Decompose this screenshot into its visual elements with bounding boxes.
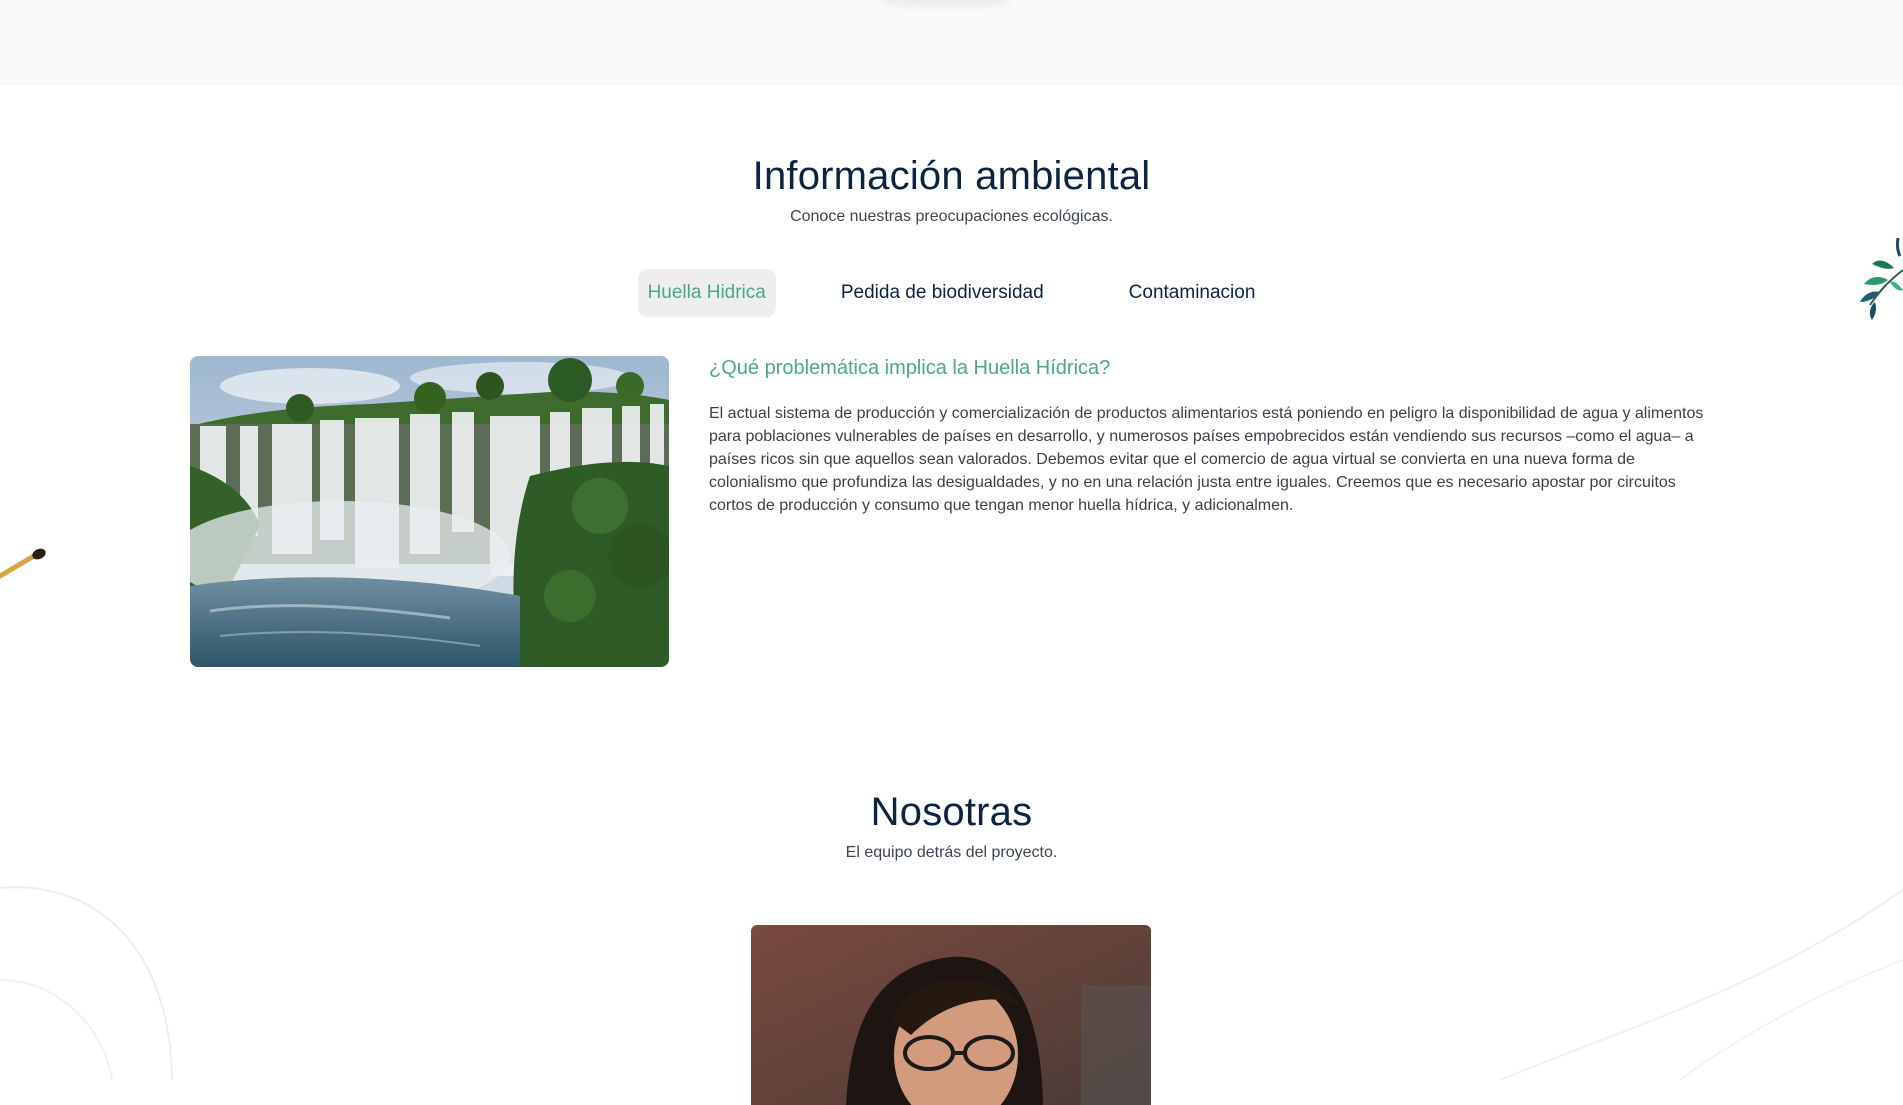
- team-member-photo: [751, 925, 1151, 1105]
- tab-perdida-biodiversidad[interactable]: Pedida de biodiversidad: [831, 269, 1054, 317]
- waterfall-illustration: [190, 356, 669, 667]
- panel-body-text: El actual sistema de producción y comerc…: [709, 405, 1704, 514]
- team-section-title: Nosotras: [870, 790, 1033, 834]
- top-band: [0, 0, 1903, 86]
- info-section-title: Información ambiental: [752, 154, 1151, 198]
- info-section-subtitle: Conoce nuestras preocupaciones ecológica…: [790, 208, 1113, 225]
- top-shadow: [880, 0, 1010, 8]
- wooden-spoon-icon: [0, 548, 46, 579]
- team-section-subtitle: El equipo detrás del proyecto.: [845, 844, 1058, 861]
- panel-heading: ¿Qué problemática implica la Huella Hídr…: [709, 357, 1111, 379]
- info-tabs: Huella Hidrica Pedida de biodiversidad C…: [0, 269, 1903, 317]
- waterfall-photo: [190, 356, 669, 667]
- tab-huella-hidrica[interactable]: Huella Hidrica: [637, 269, 776, 317]
- team-member-illustration: [751, 925, 1151, 1105]
- tab-contaminacion[interactable]: Contaminacion: [1119, 269, 1266, 317]
